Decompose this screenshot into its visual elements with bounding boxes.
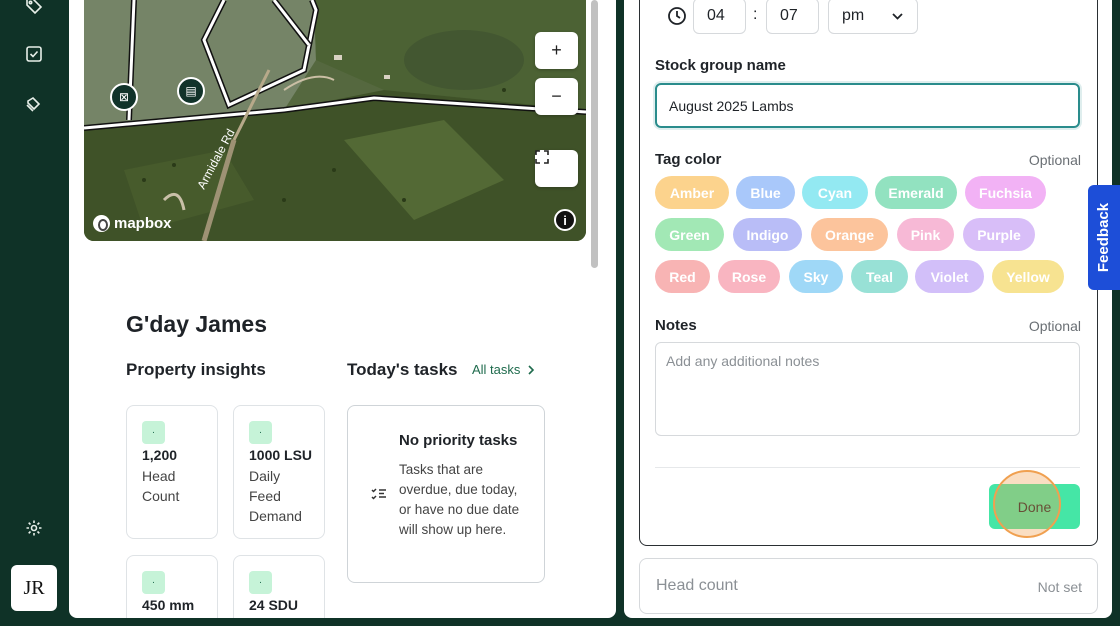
tag-color-chip-fuchsia[interactable]: Fuchsia	[965, 176, 1046, 209]
expand-icon	[535, 150, 549, 164]
feedback-button[interactable]: Feedback	[1088, 185, 1120, 290]
shed-marker-icon[interactable]: ▤	[177, 77, 205, 105]
notes-optional: Optional	[1028, 318, 1081, 334]
stat-value: 1000 LSU	[249, 447, 313, 463]
zoom-out-button[interactable]: −	[535, 78, 578, 115]
hour-input[interactable]: 04	[693, 0, 746, 34]
head-count-value: Not set	[1037, 579, 1082, 595]
property-map[interactable]: Armidale Rd ⊠ ▤ + − mapbox i	[84, 0, 586, 241]
gate-marker-icon[interactable]: ⊠	[110, 83, 138, 111]
property-insights-title: Property insights	[126, 360, 266, 379]
notes-label: Notes	[655, 317, 697, 334]
head-count-row[interactable]: Head count Not set	[639, 558, 1098, 614]
tag-color-chip-rose[interactable]: Rose	[718, 260, 780, 293]
map-satellite-image: Armidale Rd	[84, 0, 586, 241]
checkbox-icon[interactable]	[24, 44, 44, 64]
tag-color-chip-purple[interactable]: Purple	[963, 218, 1035, 251]
tag-color-chip-violet[interactable]: Violet	[915, 260, 984, 293]
tag-color-label: Tag color	[655, 151, 722, 168]
tag-color-chip-yellow[interactable]: Yellow	[992, 260, 1064, 293]
tag-color-chip-teal[interactable]: Teal	[851, 260, 908, 293]
stat-label: Head Count	[142, 468, 180, 504]
tag-color-chip-sky[interactable]: Sky	[789, 260, 843, 293]
tag-color-chip-pink[interactable]: Pink	[897, 218, 954, 251]
tag-color-chip-blue[interactable]: Blue	[736, 176, 795, 209]
chevron-down-icon	[892, 12, 903, 20]
tag-color-chip-cyan[interactable]: Cyan	[802, 176, 868, 209]
stat-card-head-count[interactable]: · 1,200 Head Count	[126, 405, 218, 539]
no-tasks-title: No priority tasks	[399, 432, 518, 449]
avatar[interactable]: JR	[11, 565, 57, 611]
feed-demand-icon: ·	[249, 421, 272, 444]
head-count-label: Head count	[656, 577, 738, 594]
stat-card-sdu[interactable]: · 24 SDU	[233, 555, 325, 618]
tag-color-chip-amber[interactable]: Amber	[655, 176, 729, 209]
notes-textarea[interactable]: Add any additional notes	[655, 342, 1080, 436]
todays-tasks-title: Today's tasks	[347, 360, 458, 379]
stat-value: 450 mm	[142, 597, 195, 613]
stock-group-name-input[interactable]: August 2025 Lambs	[655, 83, 1080, 128]
tag-icon[interactable]	[24, 0, 44, 16]
time-separator: :	[753, 6, 758, 23]
stock-group-panel: 04 : 07 pm Stock group name August 2025 …	[624, 0, 1112, 618]
all-tasks-link[interactable]: All tasks	[472, 362, 535, 377]
clock-icon	[668, 7, 686, 25]
tag-color-optional: Optional	[1028, 152, 1081, 168]
sdu-icon: ·	[249, 571, 272, 594]
chevron-right-icon	[528, 364, 535, 375]
stat-card-feed-demand[interactable]: · 1000 LSU Daily Feed Demand	[233, 405, 325, 539]
mapbox-logo[interactable]: mapbox	[93, 215, 172, 232]
tag-color-chip-red[interactable]: Red	[655, 260, 710, 293]
no-tasks-card: No priority tasks Tasks that are overdue…	[347, 405, 545, 583]
tags-icon[interactable]	[24, 94, 44, 114]
rainfall-icon: ·	[142, 571, 165, 594]
stat-label: Daily Feed Demand	[249, 468, 302, 524]
stat-value: 24 SDU	[249, 597, 299, 613]
stock-group-label: Stock group name	[655, 57, 786, 74]
scrollbar[interactable]	[591, 0, 598, 268]
greeting: G'day James	[126, 311, 267, 337]
dashboard-panel: Armidale Rd ⊠ ▤ + − mapbox i G'day James…	[69, 0, 616, 618]
no-tasks-body: Tasks that are overdue, due today, or ha…	[399, 462, 520, 537]
tag-color-chip-green[interactable]: Green	[655, 218, 724, 251]
tag-color-chip-indigo[interactable]: Indigo	[733, 218, 802, 251]
stat-card-rainfall[interactable]: · 450 mm	[126, 555, 218, 618]
tag-color-chip-orange[interactable]: Orange	[811, 218, 888, 251]
settings-icon[interactable]	[24, 518, 44, 538]
fullscreen-button[interactable]	[535, 150, 578, 187]
done-button[interactable]: Done	[989, 484, 1080, 529]
task-list-icon	[371, 488, 386, 500]
zoom-in-button[interactable]: +	[535, 32, 578, 69]
head-count-icon: ·	[142, 421, 165, 444]
info-icon[interactable]: i	[554, 209, 576, 231]
divider	[655, 467, 1080, 468]
am-pm-select[interactable]: pm	[828, 0, 918, 34]
stat-value: 1,200	[142, 447, 178, 463]
left-rail: JR	[0, 0, 68, 626]
minute-input[interactable]: 07	[766, 0, 819, 34]
tag-color-chip-emerald[interactable]: Emerald	[875, 176, 957, 209]
